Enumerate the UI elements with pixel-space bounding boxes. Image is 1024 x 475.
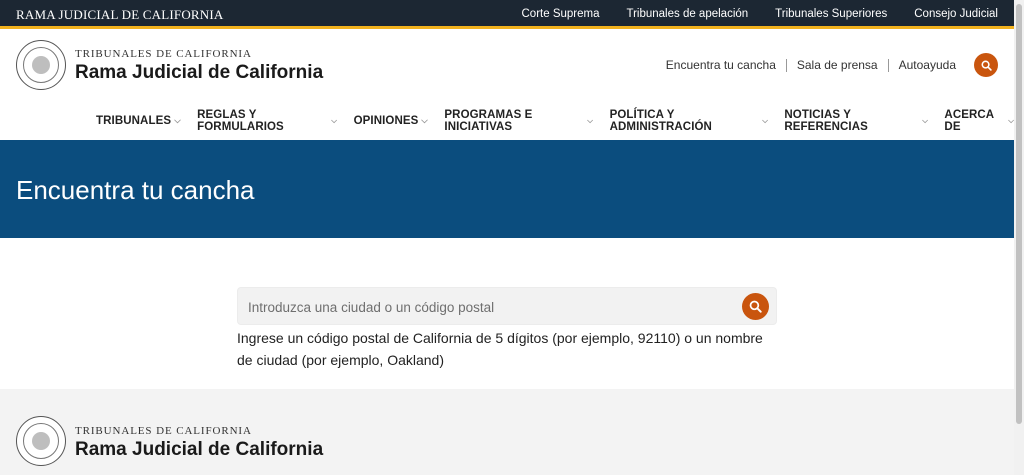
main-navigation: TRIBUNALES REGLAS Y FORMULARIOS OPINIONE… <box>96 109 1014 133</box>
nav-item-label: PROGRAMAS E INICIATIVAS <box>444 109 533 133</box>
topbar-link-superior-courts[interactable]: Tribunales Superiores <box>775 8 887 20</box>
chevron-down-icon <box>331 119 338 123</box>
page-scrollbar[interactable] <box>1014 0 1024 475</box>
nav-item-label: OPINIONES <box>353 115 419 127</box>
site-header: TRIBUNALES DE CALIFORNIA Rama Judicial d… <box>0 29 1014 140</box>
page-hero-banner: Encuentra tu cancha <box>0 140 1014 238</box>
topbar-brand[interactable]: RAMA JUDICIAL DE CALIFORNIA <box>16 7 224 23</box>
topbar-links: Corte Suprema Tribunales de apelación Tr… <box>522 8 999 20</box>
nav-item-courts[interactable]: TRIBUNALES <box>96 109 181 133</box>
divider <box>785 58 787 72</box>
search-submit-button[interactable] <box>742 293 769 320</box>
divider <box>887 58 889 72</box>
nav-item-programs[interactable]: PROGRAMAS E INICIATIVAS <box>444 109 594 133</box>
topbar-link-courts-of-appeal[interactable]: Tribunales de apelación <box>626 8 748 20</box>
nav-item-label: REGLAS Y FORMULARIOS <box>197 109 284 133</box>
judicial-council-seal-logo[interactable] <box>16 416 66 466</box>
header-utility-links: Encuentra tu cancha Sala de prensa Autoa… <box>666 58 956 72</box>
nav-item-label: TRIBUNALES <box>96 115 172 127</box>
footer-title[interactable]: Rama Judicial de California <box>75 439 323 461</box>
header-title[interactable]: Rama Judicial de California <box>75 62 323 84</box>
nav-item-news-references[interactable]: NOTICIAS Y REFERENCIAS <box>784 109 929 133</box>
search-icon <box>981 60 992 71</box>
nav-item-label: ACERCA DE <box>944 109 994 133</box>
site-footer: TRIBUNALES DE CALIFORNIA Rama Judicial d… <box>0 389 1014 475</box>
city-zip-search-input[interactable] <box>248 297 728 317</box>
chevron-down-icon <box>587 119 594 123</box>
topbar-link-judicial-council[interactable]: Consejo Judicial <box>914 8 998 20</box>
nav-item-label: NOTICIAS Y REFERENCIAS <box>784 109 868 133</box>
search-icon <box>749 300 762 313</box>
top-utility-bar: RAMA JUDICIAL DE CALIFORNIA Corte Suprem… <box>0 0 1014 29</box>
search-help-text: Ingrese un código postal de California d… <box>237 330 763 368</box>
nav-item-opinions[interactable]: OPINIONES <box>354 109 429 133</box>
page-title: Encuentra tu cancha <box>16 175 255 205</box>
scrollbar-thumb[interactable] <box>1016 4 1022 424</box>
nav-item-rules-forms[interactable]: REGLAS Y FORMULARIOS <box>197 109 338 133</box>
court-search-form <box>237 287 777 325</box>
footer-subtitle: TRIBUNALES DE CALIFORNIA <box>75 425 252 437</box>
header-subtitle[interactable]: TRIBUNALES DE CALIFORNIA <box>75 48 252 60</box>
chevron-down-icon <box>762 119 769 123</box>
header-link-find-court[interactable]: Encuentra tu cancha <box>666 58 776 72</box>
nav-item-about[interactable]: ACERCA DE <box>944 109 1014 133</box>
nav-item-label: POLÍTICA Y ADMINISTRACIÓN <box>609 109 712 133</box>
topbar-link-supreme-court[interactable]: Corte Suprema <box>522 8 600 20</box>
judicial-council-seal-logo[interactable] <box>16 40 66 90</box>
chevron-down-icon <box>174 118 181 123</box>
chevron-down-icon <box>922 119 929 123</box>
nav-item-policy-admin[interactable]: POLÍTICA Y ADMINISTRACIÓN <box>610 109 769 133</box>
header-link-self-help[interactable]: Autoayuda <box>899 58 956 72</box>
chevron-down-icon <box>421 118 429 123</box>
header-search-button[interactable] <box>974 53 998 77</box>
header-link-newsroom[interactable]: Sala de prensa <box>797 58 878 72</box>
